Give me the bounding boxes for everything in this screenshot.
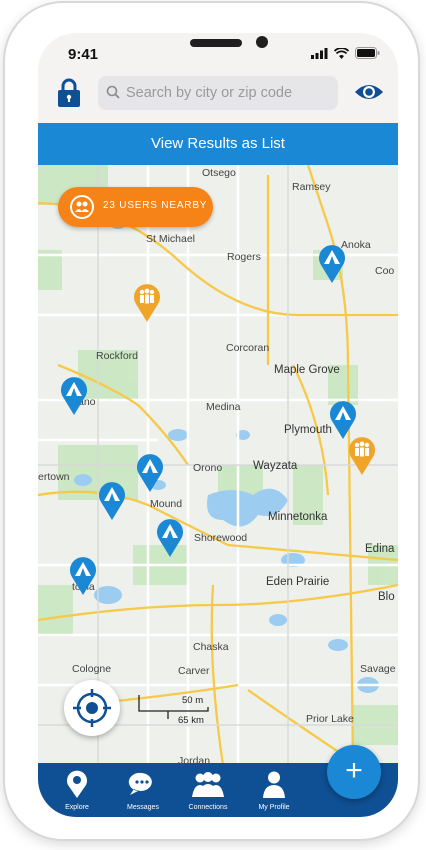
tent-pin-icon[interactable] [328,399,358,439]
map-label: Orono [193,462,223,474]
users-icon [70,195,94,219]
map-label: Medina [206,401,241,413]
tab-connections[interactable]: Connections [181,763,235,817]
map-label: Prior Lake [306,713,354,725]
tab-explore[interactable]: Explore [50,763,104,817]
app-screen: 9:41 Search by city or zip code View Res… [38,33,398,817]
group-pin-icon[interactable] [347,435,377,475]
tent-pin-icon[interactable] [135,452,165,492]
signal-icon [311,47,328,59]
chat-icon [128,772,152,795]
map-label: Blo [378,591,395,603]
phone-frame: 9:41 Search by city or zip code View Res… [5,3,418,839]
map-label: Eden Prairie [266,576,330,588]
scale-top-label: 50 m [182,695,204,706]
map-scale: 50 m 65 km [138,693,228,729]
search-placeholder: Search by city or zip code [126,85,293,101]
map-label: Rogers [227,251,261,263]
tab-label: Explore [65,804,89,811]
wifi-icon [334,47,349,59]
map-label: Maple Grove [274,364,340,376]
tab-label: My Profile [258,804,290,811]
status-bar: 9:41 [38,33,398,77]
scale-bottom-label: 65 km [178,715,204,726]
map-label: Carver [178,665,210,677]
tent-pin-icon[interactable] [59,375,89,415]
map-label: Coo [375,265,395,277]
lock-icon[interactable] [56,78,82,108]
map-label: Chaska [193,641,229,653]
map-label: Mound [150,498,183,510]
eye-icon[interactable] [354,82,384,102]
users-nearby-button[interactable]: 23 USERS NEARBY [58,187,213,227]
tab-my-profile[interactable]: My Profile [247,763,301,817]
map-label: Savage [360,663,396,675]
map-label: ertown [38,471,70,483]
tent-pin-icon[interactable] [317,243,347,283]
add-button[interactable]: + [327,745,381,799]
users-nearby-label: 23 USERS NEARBY [103,200,208,211]
map-label: St Michael [146,233,196,245]
battery-icon [355,47,380,59]
tab-label: Connections [188,804,228,811]
status-icons [311,47,380,59]
notch [190,33,310,59]
map-label: Cologne [72,663,112,675]
map-label: Shorewood [194,532,248,544]
map-label: Rockford [96,350,139,362]
top-header: Search by city or zip code [38,73,398,123]
group-icon [192,772,224,797]
map-label: Otsego [202,167,236,179]
group-pin-icon[interactable] [132,282,162,322]
map-label: Corcoran [226,342,270,354]
map-label: Minnetonka [268,511,328,523]
search-icon [106,85,120,99]
tent-pin-icon[interactable] [155,517,185,557]
tent-pin-icon[interactable] [97,480,127,520]
view-results-list-button[interactable]: View Results as List [38,123,398,165]
map-pin-icon [67,770,87,798]
status-time: 9:41 [68,46,99,63]
map-label: Plymouth [284,424,332,436]
search-input[interactable]: Search by city or zip code [98,76,338,110]
map-label: Wayzata [253,460,298,472]
tent-pin-icon[interactable] [68,555,98,595]
tab-label: Messages [127,804,159,811]
tab-messages[interactable]: Messages [116,763,170,817]
map-view[interactable]: Otsego Ramsey St Michael Anoka Rogers Co… [38,165,398,765]
crosshair-icon [73,689,111,727]
map-label: Ramsey [292,181,331,193]
recenter-location-button[interactable] [64,680,120,736]
map-label: Edina [365,543,395,555]
person-icon [263,771,285,798]
